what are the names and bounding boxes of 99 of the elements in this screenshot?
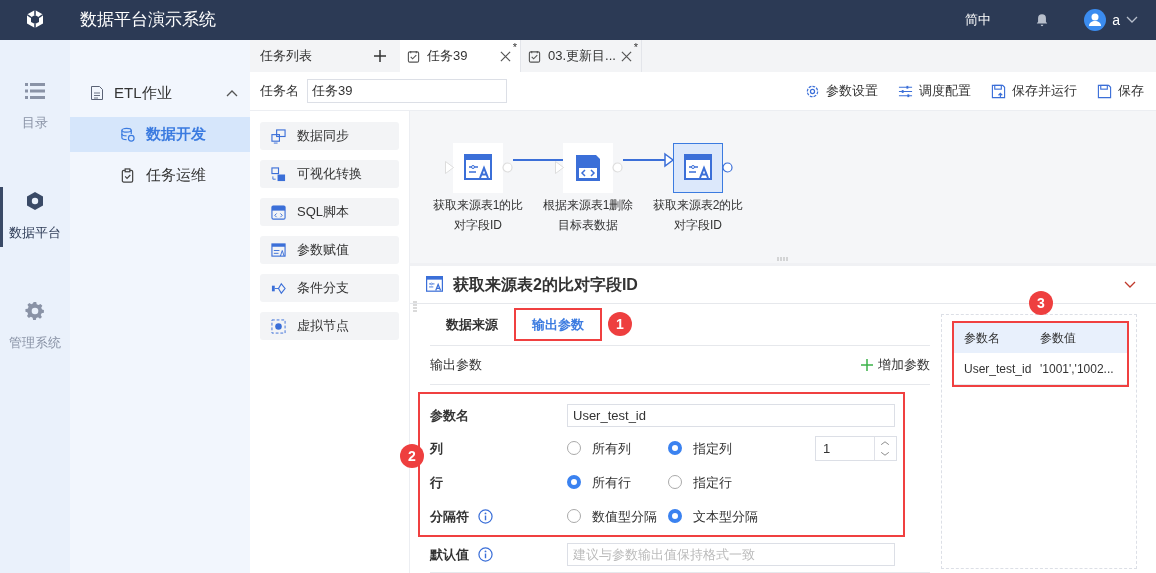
field-label: 列 bbox=[430, 439, 443, 458]
toolbar-button[interactable]: 保存 bbox=[1097, 81, 1144, 101]
connector-arrow bbox=[622, 152, 675, 168]
radio-button[interactable] bbox=[567, 475, 581, 490]
branch-icon bbox=[271, 280, 286, 296]
transform-icon bbox=[271, 166, 286, 182]
palette-item[interactable]: 可视化转换 bbox=[260, 160, 399, 188]
parameter-name-field[interactable]: User_test_id bbox=[567, 403, 895, 427]
palette-item[interactable]: 数据同步 bbox=[260, 122, 399, 150]
radio-button[interactable] bbox=[668, 475, 682, 490]
assign-icon bbox=[464, 154, 492, 182]
field-label: 分隔符 bbox=[430, 507, 469, 526]
panel-title: 获取来源表2的比对字段ID bbox=[453, 274, 639, 295]
tab-list-label: 任务列表 bbox=[260, 47, 313, 66]
assign-icon bbox=[684, 154, 712, 182]
virtual-node-icon bbox=[271, 318, 286, 334]
node-label: 获取来源表2的比对字段ID bbox=[651, 197, 745, 234]
node-label: 获取来源表1的比对字段ID bbox=[431, 197, 525, 234]
avatar-icon bbox=[1084, 9, 1107, 31]
clipboard-icon bbox=[120, 168, 135, 183]
user-name: a bbox=[1112, 10, 1120, 30]
assign-icon bbox=[426, 276, 443, 293]
radio-button[interactable] bbox=[567, 441, 581, 456]
toolbar-button[interactable]: 调度配置 bbox=[898, 81, 971, 101]
notification-icon[interactable] bbox=[1035, 13, 1050, 27]
settings-icon bbox=[25, 301, 45, 322]
add-parameter-button[interactable]: 增加参数 bbox=[861, 355, 930, 375]
close-icon[interactable] bbox=[620, 50, 632, 62]
close-icon[interactable] bbox=[499, 50, 511, 62]
add-icon[interactable] bbox=[374, 50, 386, 62]
palette-item[interactable]: 参数赋值 bbox=[260, 236, 399, 264]
radio-option[interactable]: 指定行 bbox=[668, 472, 769, 493]
radio-option[interactable]: 数值型分隔 bbox=[567, 506, 668, 527]
app-title: 数据平台演示系统 bbox=[80, 9, 216, 32]
chevron-down-icon[interactable] bbox=[1124, 280, 1136, 289]
palette-item[interactable]: SQL脚本 bbox=[260, 198, 399, 226]
task-icon bbox=[407, 49, 420, 63]
flow-node[interactable] bbox=[673, 143, 723, 193]
flow-node[interactable] bbox=[453, 143, 503, 193]
field-label: 行 bbox=[430, 473, 443, 492]
save-icon bbox=[1097, 83, 1112, 99]
radio-option[interactable]: 文本型分隔 bbox=[668, 506, 769, 527]
toolbar-button[interactable]: 参数设置 bbox=[805, 81, 878, 101]
hexagon-icon bbox=[25, 191, 45, 212]
column-header: 参数名 bbox=[963, 330, 1001, 347]
output-port-icon bbox=[502, 162, 513, 173]
output-port-icon bbox=[722, 162, 733, 173]
list-icon bbox=[25, 81, 45, 102]
flow-node[interactable] bbox=[563, 143, 613, 193]
sql-file-icon bbox=[574, 154, 602, 182]
radio-button[interactable] bbox=[567, 509, 581, 524]
settings-icon bbox=[805, 83, 820, 99]
palette-item[interactable]: 条件分支 bbox=[260, 274, 399, 302]
table-cell-text: '1001','1002... bbox=[1040, 360, 1115, 378]
radio-option[interactable]: 所有列 bbox=[567, 438, 668, 459]
radio-button[interactable] bbox=[668, 509, 682, 524]
save-run-icon bbox=[991, 83, 1006, 99]
radio-option[interactable]: 所有行 bbox=[567, 472, 668, 493]
radio-button[interactable] bbox=[668, 441, 682, 456]
sql-icon bbox=[271, 204, 286, 220]
task-tab[interactable]: 任务39 * bbox=[400, 40, 521, 72]
task-icon bbox=[528, 49, 541, 63]
column-header: 参数值 bbox=[1040, 330, 1077, 347]
assign-icon bbox=[271, 242, 286, 258]
resize-handle[interactable] bbox=[413, 301, 417, 313]
chevron-down-icon bbox=[1126, 16, 1138, 24]
output-port-icon bbox=[612, 162, 623, 173]
panel-tab[interactable]: 输出参数 bbox=[514, 308, 602, 341]
rail-item[interactable]: 数据平台 bbox=[0, 187, 70, 247]
user-menu[interactable]: a bbox=[1084, 9, 1138, 31]
radio-option[interactable]: 指定列 bbox=[668, 438, 769, 459]
info-icon[interactable] bbox=[478, 508, 493, 524]
document-icon bbox=[90, 85, 104, 101]
field-label: 默认值 bbox=[430, 545, 469, 564]
chevron-up-icon[interactable] bbox=[226, 89, 238, 97]
table-cell-text: User_test_id bbox=[963, 360, 1033, 378]
task-name-field[interactable]: 任务39 bbox=[307, 79, 507, 103]
language-menu[interactable]: 简中 bbox=[965, 10, 992, 30]
resize-handle[interactable] bbox=[777, 257, 789, 261]
nav-group[interactable]: ETL作业 bbox=[70, 80, 250, 106]
node-label: 根据来源表1删除目标表数据 bbox=[541, 197, 635, 234]
info-icon[interactable] bbox=[478, 547, 493, 563]
database-icon bbox=[120, 127, 135, 142]
number-stepper[interactable]: 1 bbox=[815, 435, 897, 461]
add-icon bbox=[861, 358, 873, 371]
sliders-icon bbox=[898, 83, 913, 99]
modified-mark: * bbox=[633, 41, 638, 53]
palette-item[interactable]: 虚拟节点 bbox=[260, 312, 399, 340]
sync-icon bbox=[271, 128, 286, 144]
toolbar-button[interactable]: 保存并运行 bbox=[991, 81, 1077, 101]
field-label: 参数名 bbox=[430, 406, 469, 425]
modified-mark: * bbox=[512, 41, 517, 53]
annotation-badge: 2 bbox=[400, 444, 424, 469]
annotation-badge: 3 bbox=[1029, 291, 1053, 315]
panel-tab[interactable]: 数据来源 bbox=[430, 304, 514, 345]
section-title: 输出参数 bbox=[430, 356, 483, 375]
task-name-label: 任务名 bbox=[260, 82, 299, 101]
annotation-badge: 1 bbox=[608, 312, 632, 337]
nav-item[interactable]: 任务运维 bbox=[70, 158, 250, 193]
